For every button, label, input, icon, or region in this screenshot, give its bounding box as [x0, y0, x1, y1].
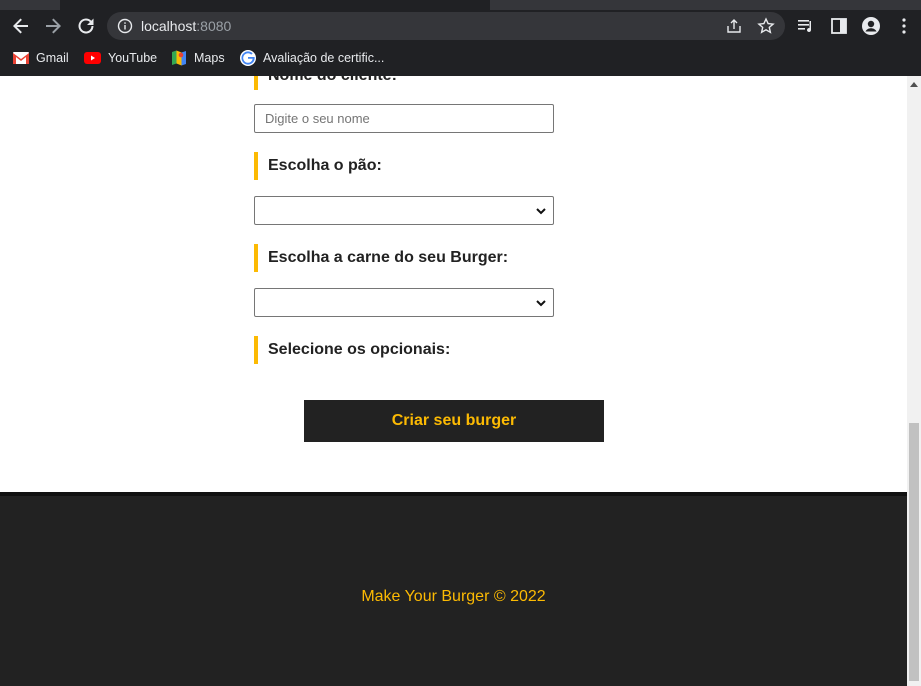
menu-icon[interactable] [894, 16, 914, 36]
chevron-down-icon [536, 300, 546, 307]
bookmarks-bar: Gmail YouTube Maps Avaliação de certific… [0, 44, 921, 72]
bookmark-maps[interactable]: Maps [171, 49, 225, 67]
tab-strip [0, 0, 921, 10]
bookmark-label: Gmail [36, 51, 69, 65]
site-info-icon[interactable] [117, 18, 133, 34]
media-controls-icon[interactable] [796, 16, 816, 36]
url-text: localhost:8080 [141, 18, 232, 34]
chevron-down-icon [536, 208, 546, 215]
bookmark-label: Avaliação de certific... [263, 51, 385, 65]
footer-copyright: Make Your Burger © 2022 [361, 588, 546, 605]
maps-icon [172, 50, 186, 66]
gmail-icon [13, 52, 29, 64]
youtube-icon [84, 52, 101, 64]
meat-select[interactable] [254, 288, 554, 317]
bread-label: Escolha o pão: [254, 152, 382, 180]
profile-icon[interactable] [861, 16, 881, 36]
browser-chrome: localhost:8080 Gmail YouTube Maps Avalia… [0, 0, 921, 76]
bookmark-star-icon[interactable] [757, 17, 775, 35]
back-icon[interactable] [9, 14, 33, 38]
address-bar[interactable]: localhost:8080 [107, 12, 785, 40]
meat-label: Escolha a carne do seu Burger: [254, 244, 508, 272]
options-label: Selecione os opcionais: [254, 336, 450, 364]
customer-name-label: Nome do cliente: [254, 76, 397, 90]
bookmark-youtube[interactable]: YouTube [84, 49, 157, 67]
bookmark-label: YouTube [108, 51, 158, 65]
google-icon [240, 50, 256, 66]
share-icon[interactable] [725, 17, 743, 35]
scroll-up-icon[interactable] [910, 82, 918, 87]
scrollbar-thumb[interactable] [909, 423, 919, 681]
side-panel-icon[interactable] [829, 16, 849, 36]
vertical-scrollbar[interactable] [907, 76, 921, 686]
forward-icon[interactable] [41, 14, 65, 38]
reload-icon[interactable] [74, 14, 98, 38]
bookmark-avaliacao[interactable]: Avaliação de certific... [240, 49, 384, 67]
bread-select[interactable] [254, 196, 554, 225]
footer: Make Your Burger © 2022 [0, 492, 907, 686]
navigation-bar: localhost:8080 [0, 10, 921, 42]
create-burger-button[interactable]: Criar seu burger [304, 400, 604, 442]
customer-name-input[interactable] [254, 104, 554, 133]
bookmark-label: Maps [194, 51, 225, 65]
bookmark-gmail[interactable]: Gmail [13, 49, 69, 67]
page-viewport: Nome do cliente: Escolha o pão: Escolha … [0, 76, 907, 686]
